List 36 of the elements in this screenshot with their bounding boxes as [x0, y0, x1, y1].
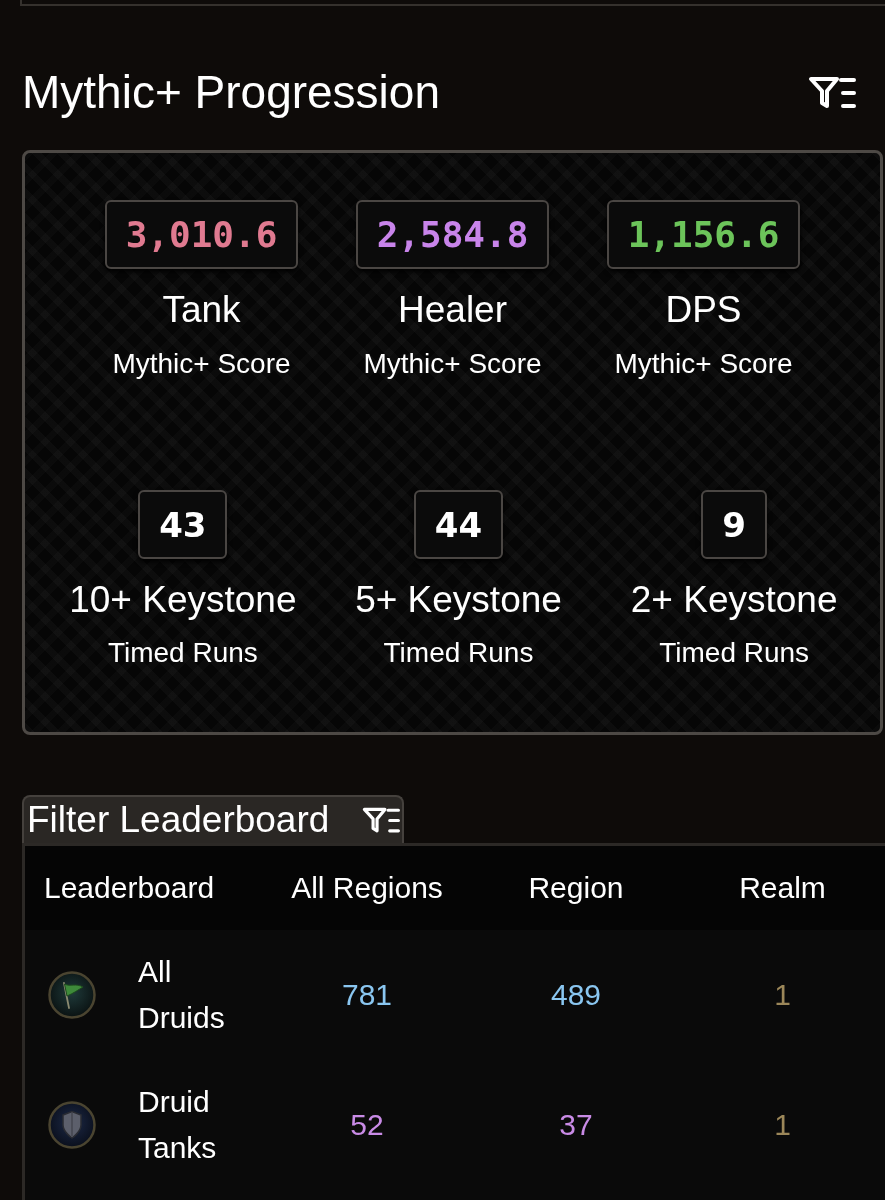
rank-value: 1 [774, 1107, 791, 1143]
section-title: Mythic+ Progression [22, 66, 440, 119]
rank-value: 37 [559, 1107, 593, 1143]
score-caption: Mythic+ Score [363, 347, 542, 381]
filter-icon [362, 806, 400, 834]
column-header: Realm [739, 870, 826, 906]
column-header: Leaderboard [44, 870, 215, 906]
flag-icon [48, 971, 96, 1019]
runs-caption: Timed Runs [383, 636, 534, 670]
rank-value: 489 [550, 977, 602, 1013]
keystone-label: 2+ Keystone [630, 578, 838, 622]
score-value: 3,010.6 [105, 200, 298, 269]
role-label: Healer [398, 288, 507, 332]
rank-value: 781 [341, 977, 393, 1013]
run-count: 44 [413, 490, 504, 559]
filter-leaderboard-button[interactable]: Filter Leaderboard [22, 795, 404, 843]
rank-value: 52 [350, 1107, 384, 1143]
column-header: All Regions [291, 870, 443, 906]
runs-caption: Timed Runs [107, 636, 258, 670]
role-label: DPS [665, 288, 742, 332]
runs-caption: Timed Runs [659, 636, 810, 670]
keystone-label: 5+ Keystone [355, 578, 562, 622]
leaderboard-name: Druid Tanks [138, 1084, 218, 1166]
score-value: 2,584.8 [356, 200, 549, 269]
shield-icon [48, 1101, 96, 1149]
column-header: Region [528, 870, 624, 906]
role-label: Tank [162, 288, 241, 332]
filter-icon[interactable] [808, 75, 856, 110]
rank-value: 1 [774, 977, 791, 1013]
keystone-label: 10+ Keystone [69, 578, 297, 622]
score-value: 1,156.6 [607, 200, 800, 269]
leaderboard-name: All Druids [138, 954, 226, 1036]
run-count: 9 [701, 490, 767, 559]
run-count: 43 [138, 490, 228, 559]
score-caption: Mythic+ Score [614, 347, 793, 381]
score-caption: Mythic+ Score [112, 347, 291, 381]
